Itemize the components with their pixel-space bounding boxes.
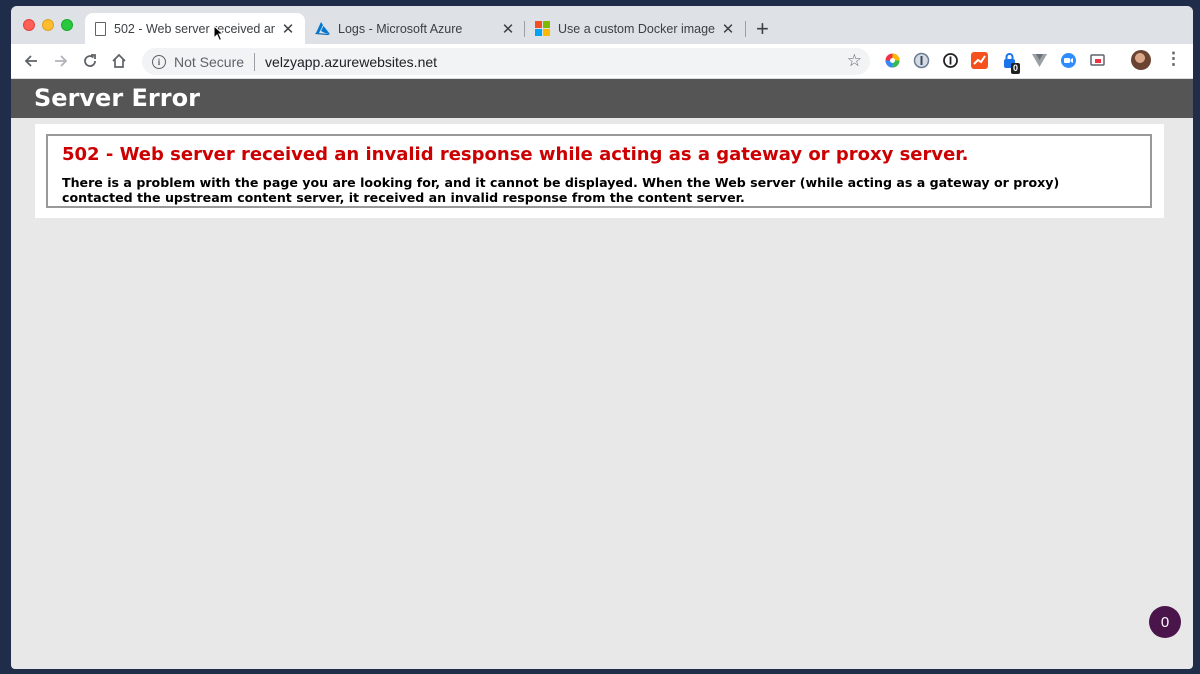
mouse-cursor-icon [213,25,225,42]
tab-close-icon[interactable]: ✕ [281,20,295,38]
azure-icon [315,22,330,35]
info-extension-icon[interactable] [942,52,959,69]
forward-arrow-icon [55,55,68,67]
profile-avatar[interactable] [1131,50,1151,70]
notification-count-badge[interactable]: 0 [1149,606,1181,638]
back-button[interactable] [20,50,42,72]
vue-extension-icon[interactable] [1031,52,1048,69]
tab-title: Use a custom Docker image for Web App fo… [558,21,715,36]
window-minimize-button[interactable] [42,19,54,31]
error-box: 502 - Web server received an invalid res… [46,134,1152,208]
onepassword-extension-icon[interactable] [913,52,930,69]
page-header: Server Error [11,79,1193,118]
tab-title: Logs - Microsoft Azure [338,21,463,36]
bookmark-star-icon[interactable]: ☆ [847,51,862,71]
page-title: Server Error [34,84,200,112]
extension-count-badge: 0 [1011,63,1021,74]
new-tab-button[interactable]: + [756,16,769,42]
forward-button[interactable] [50,50,72,72]
browser-toolbar: i Not Secure velzyapp.azurewebsites.net … [11,44,1193,79]
browser-menu-icon[interactable]: ⋮ [1165,49,1182,69]
address-bar[interactable]: i Not Secure velzyapp.azurewebsites.net … [142,48,870,75]
error-title: 502 - Web server received an invalid res… [62,144,969,165]
info-icon[interactable]: i [152,54,166,69]
back-arrow-icon [24,55,37,67]
tab-502-error[interactable]: 502 - Web server received an invalid res… [85,13,305,44]
zoom-extension-icon[interactable] [1060,52,1077,69]
error-description: There is a problem with the page you are… [62,175,1060,205]
reload-icon [84,54,96,67]
reload-button[interactable] [79,50,101,72]
home-button[interactable] [108,50,130,72]
home-icon [112,53,126,68]
tab-close-icon[interactable]: ✕ [501,20,515,38]
tab-azure-logs[interactable]: Logs - Microsoft Azure ✕ [305,13,525,44]
page-icon [95,21,106,36]
cast-extension-icon[interactable] [1089,52,1106,69]
window-close-button[interactable] [23,19,35,31]
content-panel: 502 - Web server received an invalid res… [35,124,1164,218]
tab-close-icon[interactable]: ✕ [721,20,735,38]
microsoft-icon [535,21,550,36]
color-wheel-extension-icon[interactable] [884,52,901,69]
tab-title: 502 - Web server received an invalid res… [114,21,275,36]
window-maximize-button[interactable] [61,19,73,31]
tab-docker-docs[interactable]: Use a custom Docker image for Web App fo… [525,13,745,44]
analytics-extension-icon[interactable] [971,52,988,69]
tab-strip: 502 - Web server received an invalid res… [11,6,1193,44]
tab-separator [745,21,746,37]
url-text[interactable]: velzyapp.azurewebsites.net [265,54,437,70]
security-label[interactable]: Not Secure [174,54,244,70]
omnibox-separator [254,52,256,71]
browser-window: 502 - Web server received an invalid res… [11,6,1193,669]
